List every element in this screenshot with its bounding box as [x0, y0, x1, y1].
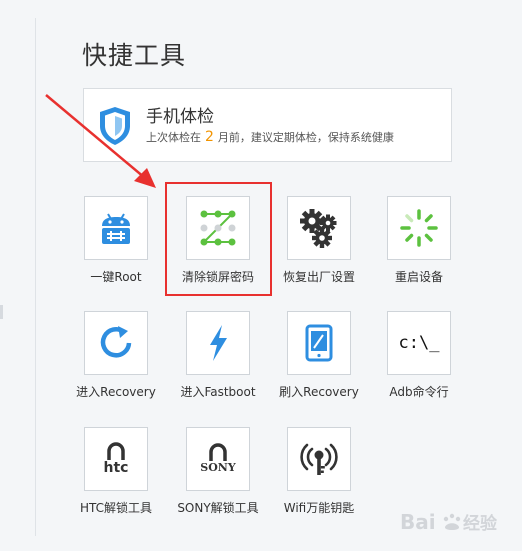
annotation-arrow — [45, 94, 156, 188]
quick-tools-panel: 快捷工具 手机体检 上次体检在 2 月前，建议定期体检，保持系统健康 一键Root — [0, 0, 522, 551]
baidu-watermark: Bai 经验 — [400, 510, 498, 534]
svg-text:Bai: Bai — [400, 510, 436, 534]
svg-text:经验: 经验 — [463, 513, 498, 534]
